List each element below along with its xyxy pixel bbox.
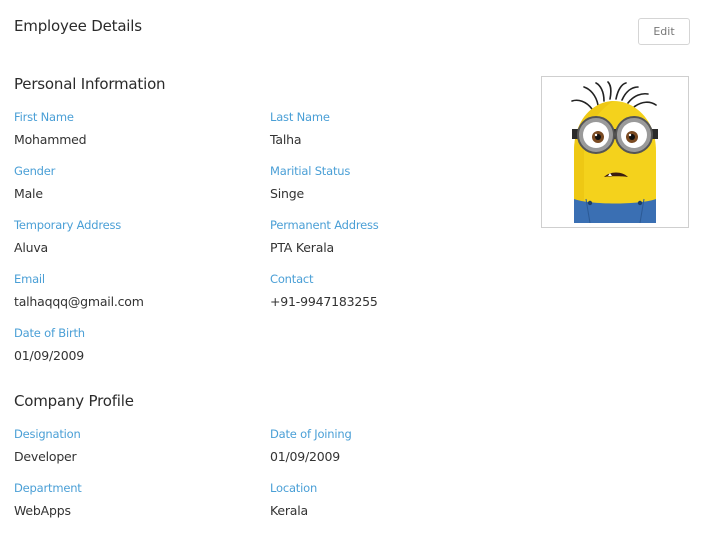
date-of-joining-value: 01/09/2009 (270, 449, 341, 464)
marital-status-value: Singe (270, 186, 304, 201)
date-of-joining-label: Date of Joining (270, 427, 352, 441)
edit-button[interactable]: Edit (638, 18, 690, 45)
page-title: Employee Details (14, 17, 142, 35)
location-value: Kerala (270, 503, 308, 518)
department-value: WebApps (14, 503, 71, 518)
permanent-address-value: PTA Kerala (270, 240, 334, 255)
personal-information-heading: Personal Information (14, 75, 166, 93)
minion-avatar-icon (571, 81, 658, 223)
date-of-birth-label: Date of Birth (14, 326, 85, 340)
location-label: Location (270, 481, 318, 495)
gender-value: Male (14, 186, 43, 201)
marital-status-label: Maritial Status (270, 164, 351, 178)
temporary-address-value: Aluva (14, 240, 49, 255)
date-of-birth-value: 01/09/2009 (14, 348, 85, 363)
company-profile-heading: Company Profile (14, 392, 134, 410)
designation-label: Designation (14, 427, 81, 441)
department-label: Department (14, 481, 82, 495)
email-value: talhaqqq@gmail.com (14, 294, 144, 309)
designation-value: Developer (14, 449, 77, 464)
contact-value: +91-9947183255 (270, 294, 378, 309)
profile-photo (541, 76, 689, 228)
gender-label: Gender (14, 164, 56, 178)
contact-label: Contact (270, 272, 314, 286)
first-name-value: Mohammed (14, 132, 87, 147)
last-name-value: Talha (270, 132, 302, 147)
permanent-address-label: Permanent Address (270, 218, 379, 232)
temporary-address-label: Temporary Address (14, 218, 122, 232)
email-label: Email (14, 272, 45, 286)
last-name-label: Last Name (270, 110, 330, 124)
first-name-label: First Name (14, 110, 74, 124)
